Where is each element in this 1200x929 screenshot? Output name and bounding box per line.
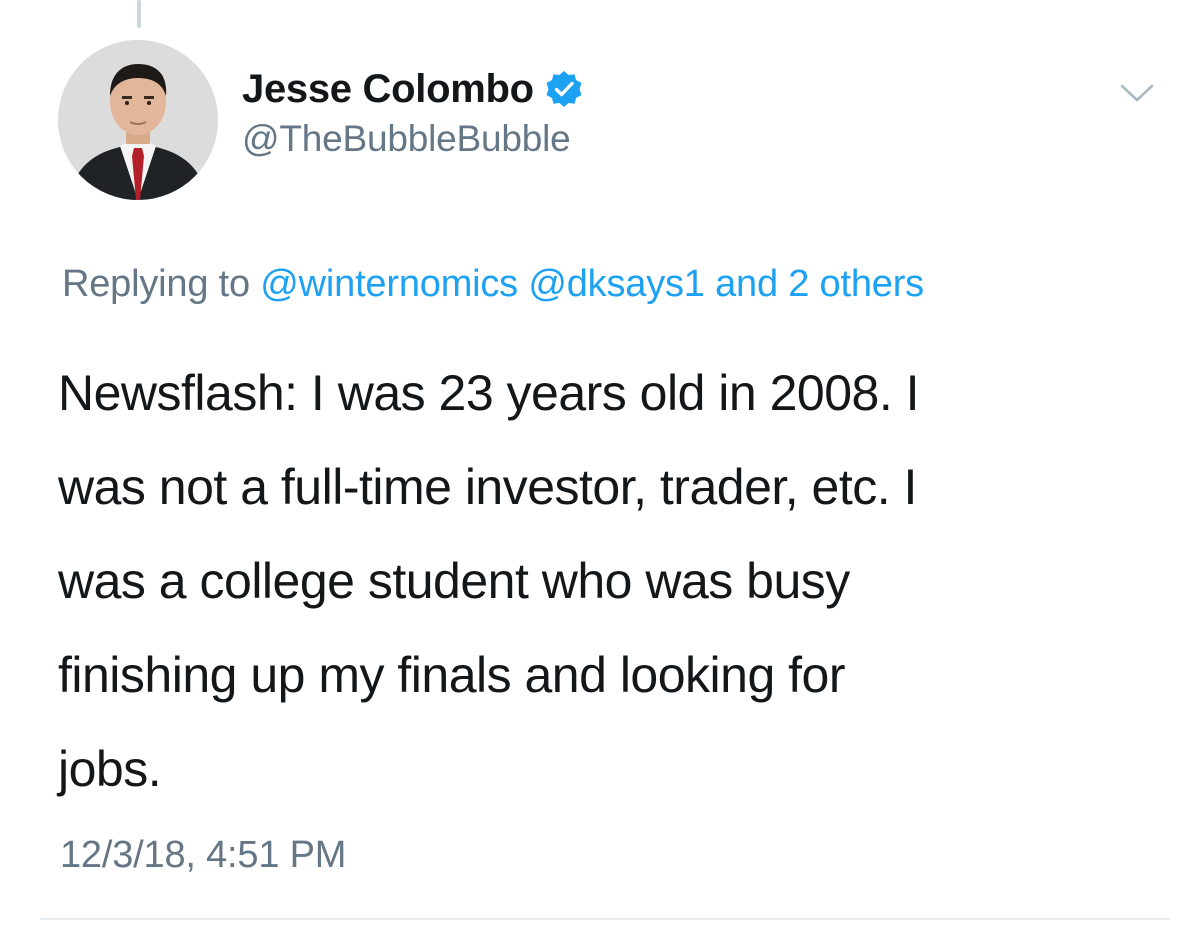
tweet-text-line: Newsflash: I was 23 years old in 2008. I xyxy=(58,365,920,421)
tweet-detail: Jesse Colombo @TheBubbleBubble Replying … xyxy=(0,0,1200,929)
tweet-timestamp[interactable]: 12/3/18, 4:51 PM xyxy=(60,834,346,877)
verified-badge-icon xyxy=(546,71,582,107)
tweet-text-line: finishing up my finals and looking for xyxy=(58,647,846,703)
author-block: Jesse Colombo @TheBubbleBubble xyxy=(242,64,584,160)
avatar[interactable] xyxy=(58,40,218,200)
profile-photo-icon xyxy=(58,40,218,200)
reply-prefix: Replying to xyxy=(62,263,250,305)
tweet-text: Newsflash: I was 23 years old in 2008. I… xyxy=(58,346,1148,816)
thread-connector-line xyxy=(137,0,141,28)
tweet-text-line: jobs. xyxy=(58,741,162,797)
reply-context: Replying to @winternomics @dksays1 and 2… xyxy=(62,263,924,306)
author-display-name[interactable]: Jesse Colombo xyxy=(242,67,534,112)
tweet-text-line: was not a full-time investor, trader, et… xyxy=(58,459,917,515)
reply-others-link[interactable]: and 2 others xyxy=(715,263,924,305)
tweet-text-line: was a college student who was busy xyxy=(58,553,850,609)
chevron-down-icon[interactable] xyxy=(1116,78,1158,108)
divider xyxy=(40,918,1170,920)
reply-mention-winternomics[interactable]: @winternomics xyxy=(260,263,518,305)
reply-mention-dksays1[interactable]: @dksays1 xyxy=(528,263,705,305)
author-handle[interactable]: @TheBubbleBubble xyxy=(242,118,584,160)
author-name-row: Jesse Colombo xyxy=(242,64,584,114)
